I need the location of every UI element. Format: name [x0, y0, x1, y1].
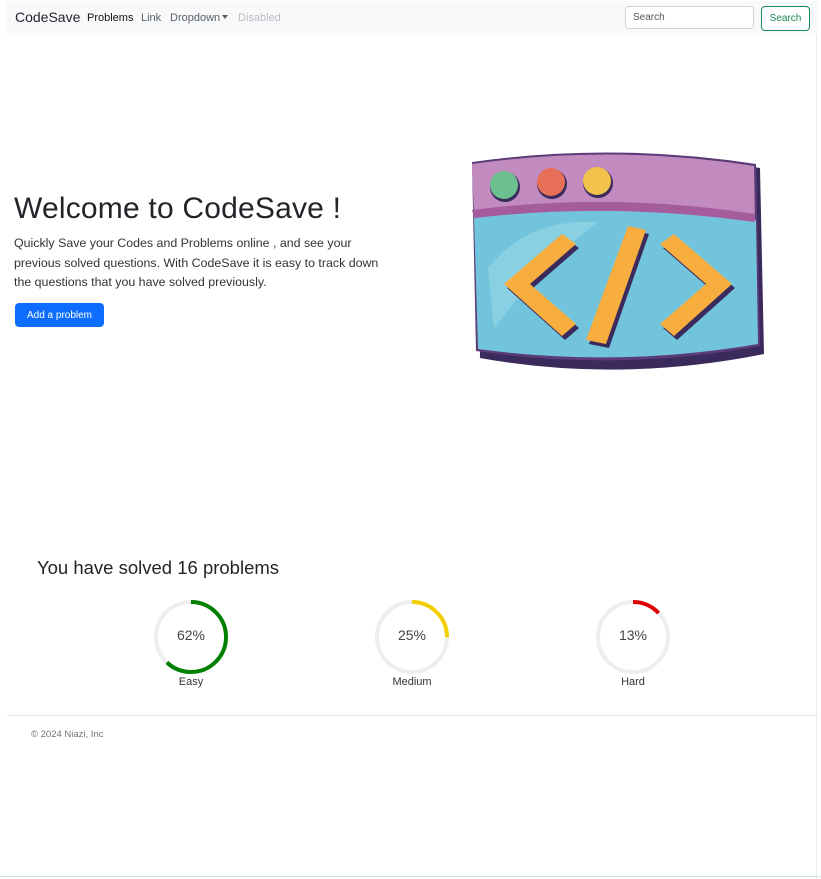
stat-medium-percent: 25%	[397, 627, 427, 643]
hero-description: Quickly Save your Codes and Problems onl…	[14, 236, 379, 289]
footer-divider	[7, 715, 817, 716]
page-edge	[816, 0, 817, 879]
page-bottom-border	[0, 876, 821, 877]
stat-easy: 62% Easy	[151, 597, 231, 692]
nav-link-problems[interactable]: Problems	[87, 12, 133, 24]
stat-easy-label: Easy	[178, 676, 204, 688]
brand-logo[interactable]: CodeSave	[15, 9, 80, 25]
nav-link-disabled: Disabled	[238, 12, 281, 24]
stat-hard-label: Hard	[621, 676, 645, 688]
stat-hard: 13% Hard	[593, 597, 673, 692]
search-input[interactable]	[625, 6, 754, 29]
code-window-icon	[472, 152, 764, 370]
add-problem-button[interactable]: Add a problem	[15, 303, 104, 327]
search-button[interactable]: Search	[761, 6, 810, 31]
chevron-down-icon	[222, 15, 229, 19]
hero-title: Welcome to CodeSave !	[14, 192, 342, 225]
stat-medium-label: Medium	[392, 676, 432, 688]
top-navbar: CodeSave Problems Link Dropdown Disabled…	[7, 1, 817, 35]
stat-easy-percent: 62%	[176, 627, 206, 643]
stat-medium: 25% Medium	[372, 597, 452, 692]
stat-hard-percent: 13%	[618, 627, 648, 643]
footer-copyright: © 2024 Niazi, Inc	[31, 729, 104, 740]
nav-link-link[interactable]: Link	[141, 12, 161, 24]
nav-dropdown-label: Dropdown	[170, 12, 221, 24]
solved-count-title: You have solved 16 problems	[37, 557, 280, 578]
nav-dropdown[interactable]: Dropdown	[170, 12, 229, 24]
